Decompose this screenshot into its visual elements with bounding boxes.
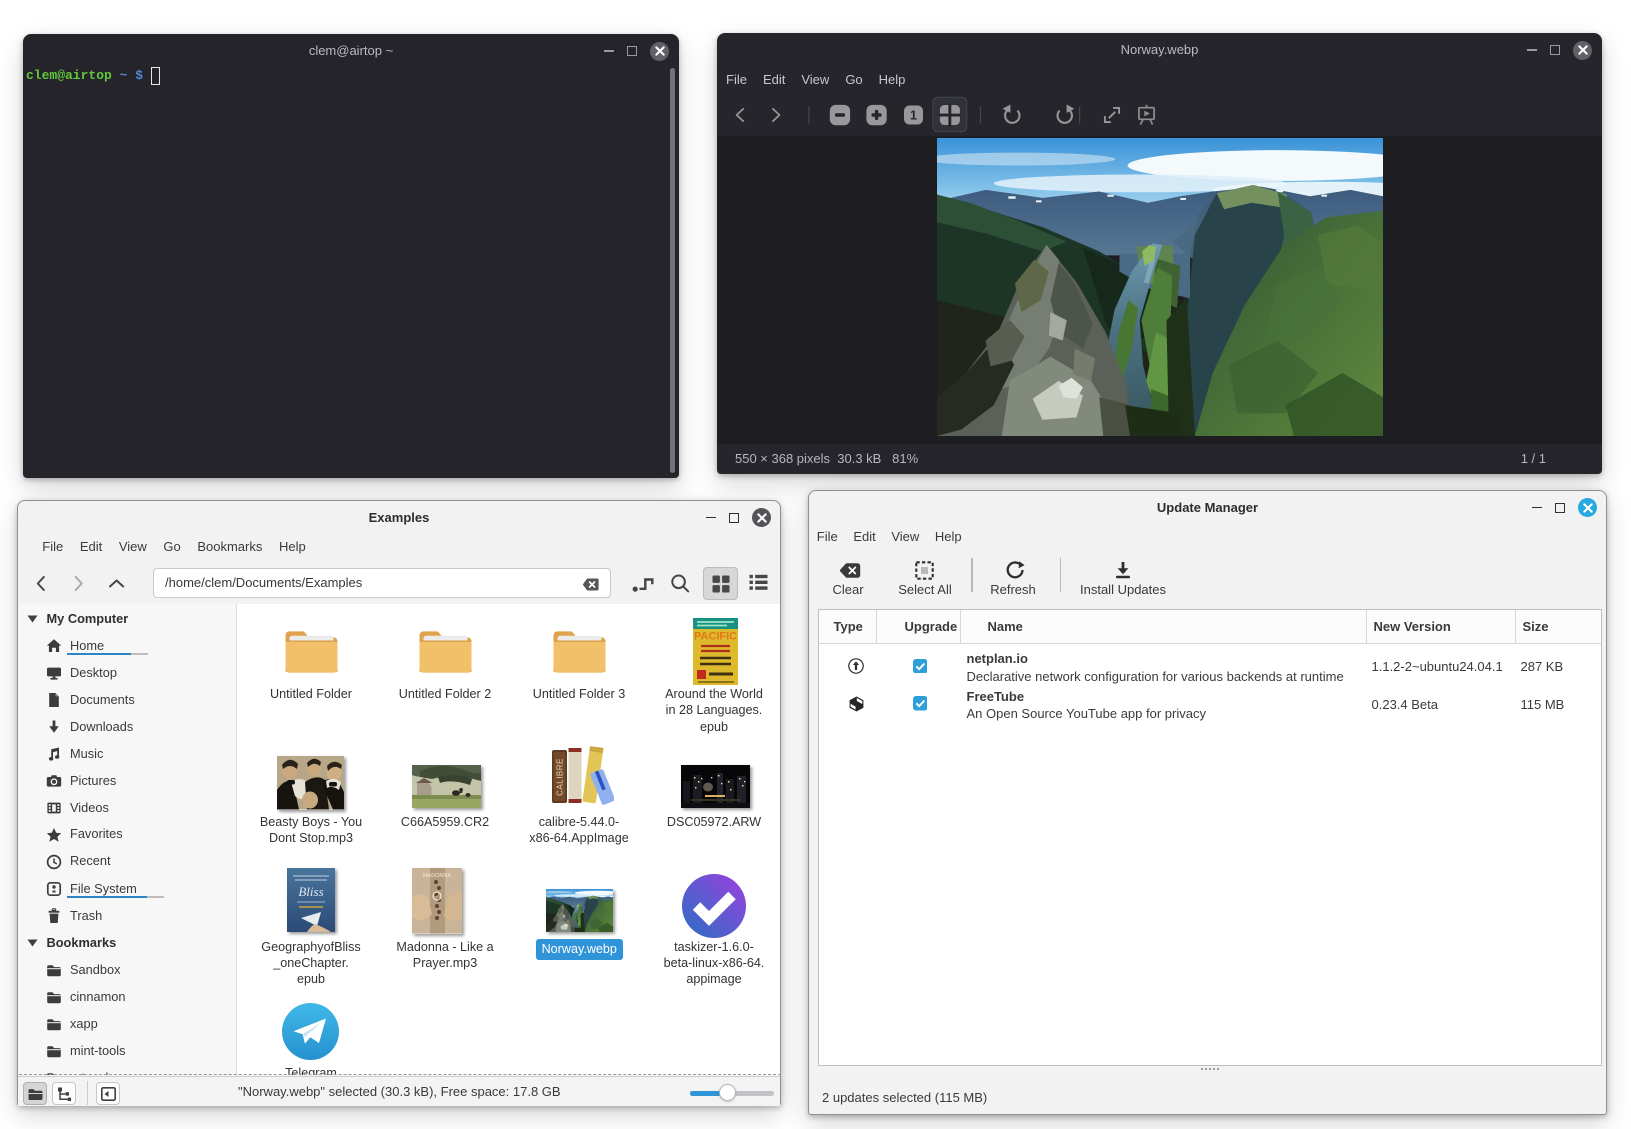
svg-text:CALIBRE: CALIBRE [555, 758, 564, 796]
svg-text:Bliss: Bliss [299, 884, 324, 899]
svg-text:PACIFIC: PACIFIC [694, 631, 737, 643]
svg-text:1: 1 [910, 109, 917, 123]
svg-text:MADONNA: MADONNA [423, 873, 451, 879]
